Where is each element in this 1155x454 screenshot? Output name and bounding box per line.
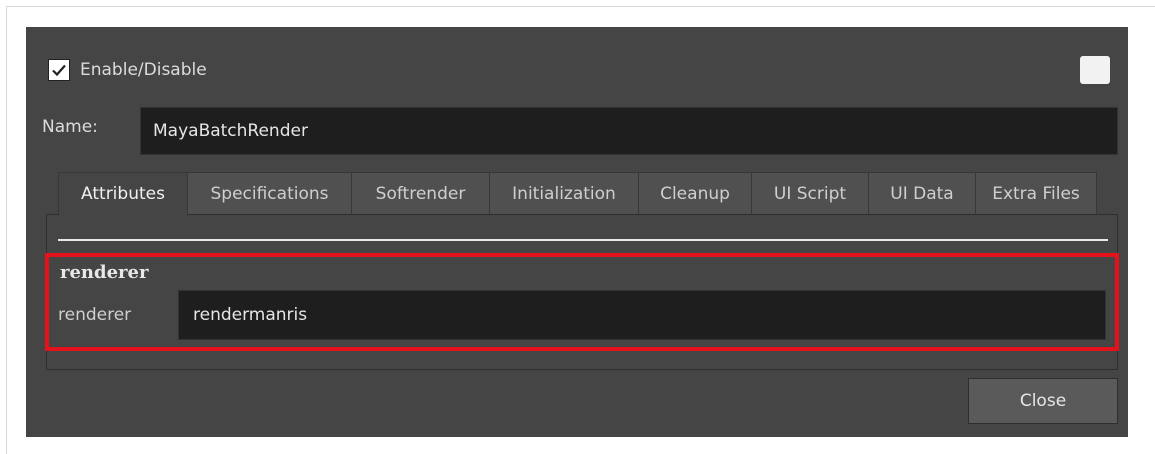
tab-ui-script[interactable]: UI Script: [751, 172, 869, 215]
panel-divider: [58, 239, 1108, 241]
tab-extra-files[interactable]: Extra Files: [975, 172, 1097, 215]
enable-row[interactable]: Enable/Disable: [48, 56, 207, 84]
enable-label: Enable/Disable: [80, 60, 207, 80]
name-field[interactable]: MayaBatchRender: [140, 107, 1118, 155]
tab-initialization[interactable]: Initialization: [489, 172, 639, 215]
highlight-box: [45, 253, 1119, 351]
checkmark-icon: [52, 64, 66, 77]
close-button[interactable]: Close: [968, 378, 1118, 424]
tab-cleanup[interactable]: Cleanup: [638, 172, 752, 215]
name-label: Name:: [42, 117, 98, 137]
tab-attributes[interactable]: Attributes: [58, 172, 188, 216]
tab-softrender[interactable]: Softrender: [351, 172, 490, 215]
tab-specifications[interactable]: Specifications: [187, 172, 352, 215]
corner-checkbox[interactable]: [1080, 56, 1110, 84]
tab-ui-data[interactable]: UI Data: [868, 172, 976, 215]
enable-checkbox[interactable]: [48, 59, 70, 81]
tab-bar: Attributes Specifications Softrender Ini…: [58, 172, 1097, 216]
